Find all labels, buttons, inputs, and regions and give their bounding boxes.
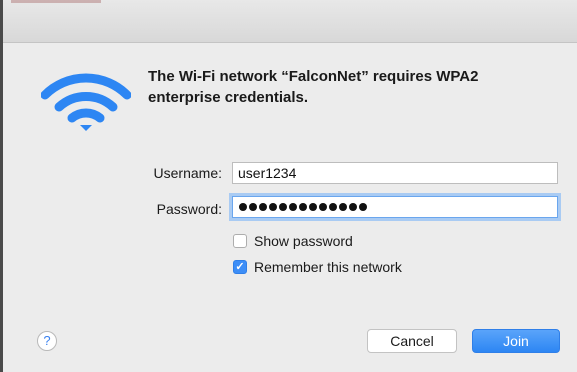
password-mask-dot xyxy=(329,203,337,211)
join-button[interactable]: Join xyxy=(472,329,560,353)
password-mask-dot xyxy=(269,203,277,211)
dialog-message: The Wi-Fi network “FalconNet” requires W… xyxy=(148,68,479,106)
password-field[interactable] xyxy=(232,196,558,218)
password-mask-dot xyxy=(349,203,357,211)
help-button[interactable]: ? xyxy=(37,331,57,351)
password-mask-dot xyxy=(259,203,267,211)
remember-network-option[interactable]: ✓ Remember this network xyxy=(233,258,402,276)
username-label: Username: xyxy=(153,165,222,181)
password-mask-dot xyxy=(309,203,317,211)
password-label: Password: xyxy=(156,201,222,217)
wifi-icon xyxy=(41,73,131,131)
show-password-checkbox[interactable] xyxy=(233,234,247,248)
username-field[interactable]: user1234 xyxy=(232,162,558,184)
password-mask-dot xyxy=(359,203,367,211)
cancel-button[interactable]: Cancel xyxy=(367,329,457,353)
show-password-label: Show password xyxy=(254,233,353,249)
password-mask-dot xyxy=(279,203,287,211)
password-mask-dot xyxy=(249,203,257,211)
password-mask-dot xyxy=(339,203,347,211)
password-mask-dot xyxy=(289,203,297,211)
wifi-auth-window: The Wi-Fi network “FalconNet” requires W… xyxy=(0,0,577,372)
remember-network-checkbox[interactable]: ✓ xyxy=(233,260,247,274)
password-mask-dot xyxy=(299,203,307,211)
show-password-option[interactable]: Show password xyxy=(233,232,353,250)
title-bar xyxy=(3,0,577,43)
password-mask-dot xyxy=(239,203,247,211)
remember-network-label: Remember this network xyxy=(254,259,402,275)
password-mask xyxy=(239,203,367,213)
title-bar-accent xyxy=(11,0,101,3)
password-mask-dot xyxy=(319,203,327,211)
